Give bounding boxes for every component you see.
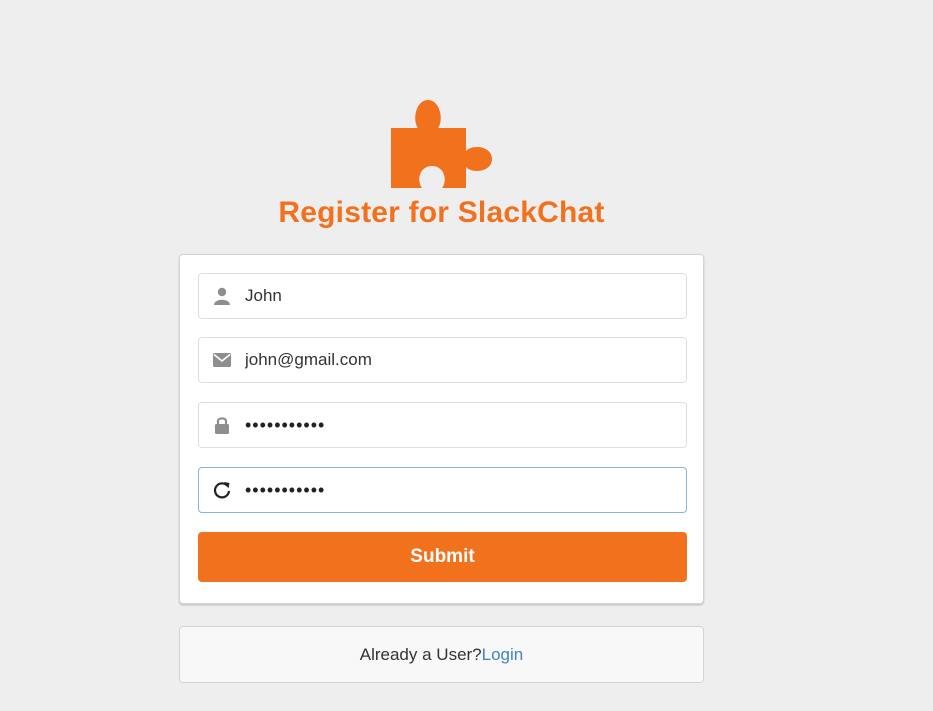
- login-prompt: Already a User?: [359, 644, 482, 664]
- page-title: Register for SlackChat: [278, 196, 605, 229]
- username-input[interactable]: [245, 274, 675, 318]
- lock-icon: [212, 415, 232, 435]
- password-confirmation-field[interactable]: [198, 467, 687, 513]
- email-field[interactable]: [198, 337, 687, 383]
- login-message: Already a User? Login: [179, 626, 704, 683]
- submit-button[interactable]: Submit: [198, 532, 687, 582]
- user-icon: [212, 286, 232, 306]
- repeat-icon: [212, 480, 232, 500]
- password-input[interactable]: [245, 403, 675, 447]
- mail-icon: [212, 350, 232, 370]
- email-input[interactable]: [245, 338, 675, 382]
- password-field[interactable]: [198, 402, 687, 448]
- register-form: Submit: [179, 254, 704, 604]
- puzzle-piece-icon: [391, 100, 492, 188]
- password-confirmation-input[interactable]: [245, 468, 675, 512]
- login-link[interactable]: Login: [482, 645, 524, 665]
- username-field[interactable]: [198, 273, 687, 319]
